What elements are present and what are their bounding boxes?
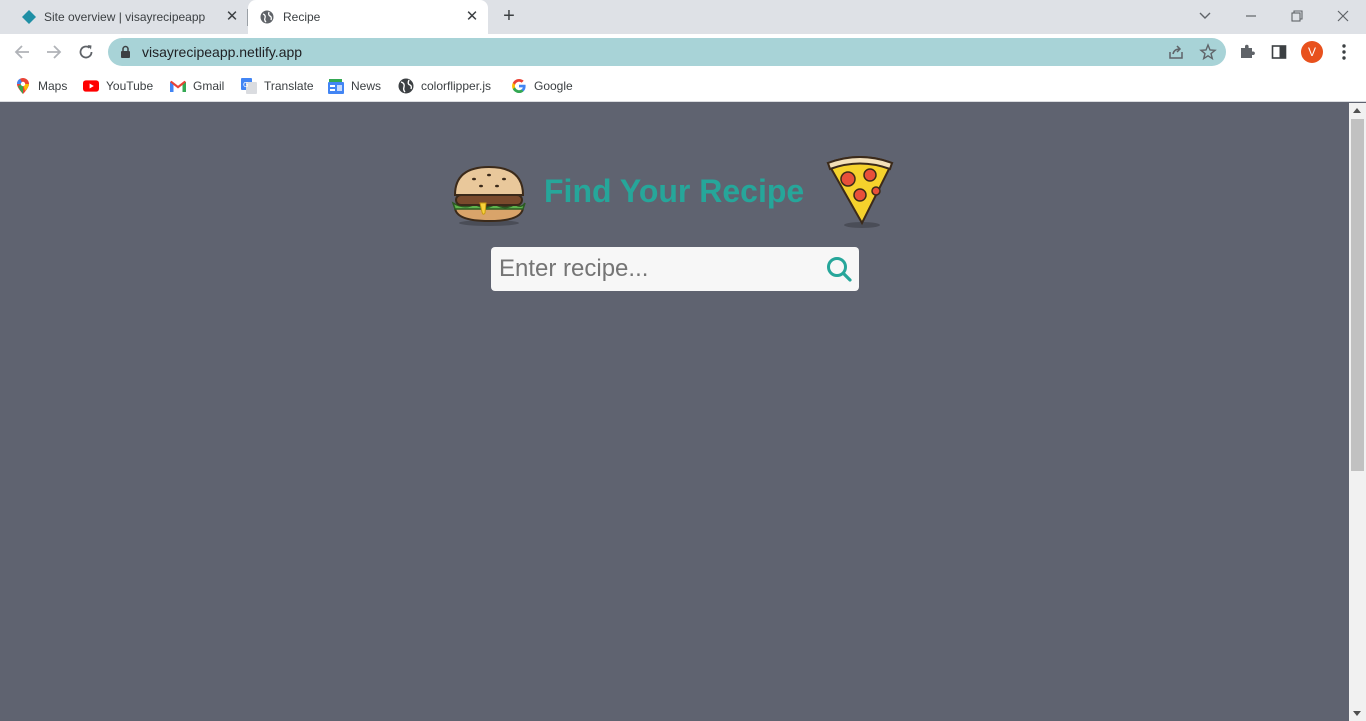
recipe-search-box bbox=[491, 247, 859, 291]
bookmark-maps[interactable]: Maps bbox=[15, 76, 67, 96]
profile-avatar[interactable]: V bbox=[1301, 41, 1323, 63]
globe-icon bbox=[398, 78, 414, 94]
browser-toolbar: V bbox=[0, 34, 1366, 70]
tab-title: Site overview | visayrecipeapp bbox=[44, 10, 206, 24]
burger-icon bbox=[450, 163, 528, 232]
close-icon[interactable]: ✕ bbox=[224, 9, 240, 25]
side-panel-icon[interactable] bbox=[1269, 42, 1289, 62]
url-input[interactable] bbox=[142, 38, 1042, 66]
minimize-icon[interactable] bbox=[1237, 4, 1265, 28]
forward-arrow-icon bbox=[47, 45, 62, 59]
youtube-icon bbox=[83, 78, 99, 94]
close-window-icon[interactable] bbox=[1329, 4, 1357, 28]
hero-header: Find Your Recipe bbox=[450, 153, 896, 233]
maps-pin-icon bbox=[15, 78, 31, 94]
share-icon[interactable] bbox=[1167, 43, 1185, 61]
page-title: Find Your Recipe bbox=[544, 173, 805, 209]
scroll-down-arrow-icon[interactable] bbox=[1353, 711, 1361, 716]
bookmark-label: Google bbox=[534, 79, 573, 93]
gmail-icon bbox=[170, 78, 186, 94]
bookmark-label: colorflipper.js bbox=[421, 79, 492, 93]
new-tab-button[interactable]: + bbox=[498, 6, 520, 28]
address-bar[interactable] bbox=[108, 38, 1226, 66]
extensions-puzzle-icon[interactable] bbox=[1237, 42, 1257, 62]
bookmark-colorflipper[interactable]: colorflipper.js bbox=[398, 76, 491, 96]
tab-strip: Site overview | visayrecipeapp ✕ Recipe … bbox=[0, 0, 1366, 34]
bookmarks-bar: Maps YouTube Gmail G Translate News colo… bbox=[0, 70, 1366, 102]
bookmark-gmail[interactable]: Gmail bbox=[170, 76, 224, 96]
netlify-diamond-icon bbox=[22, 10, 36, 27]
lock-icon[interactable] bbox=[120, 45, 131, 64]
page-content: Find Your Recipe bbox=[0, 103, 1349, 721]
recipe-search-input[interactable] bbox=[499, 247, 809, 291]
bookmark-label: News bbox=[351, 79, 382, 93]
bookmark-label: Translate bbox=[264, 79, 314, 93]
tab-site-overview[interactable]: Site overview | visayrecipeapp ✕ bbox=[8, 0, 248, 34]
translate-icon: G bbox=[241, 78, 257, 94]
bookmark-youtube[interactable]: YouTube bbox=[83, 76, 153, 96]
google-icon bbox=[511, 78, 527, 94]
menu-kebab-icon[interactable] bbox=[1334, 42, 1354, 62]
bookmark-label: YouTube bbox=[106, 79, 154, 93]
back-button[interactable] bbox=[10, 40, 34, 64]
news-icon bbox=[328, 78, 344, 94]
svg-text:G: G bbox=[243, 81, 248, 89]
bookmark-label: Gmail bbox=[193, 79, 225, 93]
search-icon[interactable] bbox=[825, 255, 853, 283]
bookmark-google[interactable]: Google bbox=[511, 76, 573, 96]
forward-button[interactable] bbox=[42, 40, 66, 64]
tab-recipe[interactable]: Recipe ✕ bbox=[248, 0, 488, 34]
back-arrow-icon bbox=[14, 45, 29, 59]
restore-icon[interactable] bbox=[1283, 4, 1311, 28]
bookmark-star-icon[interactable] bbox=[1199, 43, 1217, 61]
reload-button[interactable] bbox=[74, 40, 98, 64]
close-icon[interactable]: ✕ bbox=[464, 9, 480, 25]
reload-icon bbox=[79, 45, 93, 59]
scrollbar-thumb[interactable] bbox=[1351, 119, 1364, 471]
pizza-icon bbox=[824, 153, 896, 234]
scroll-up-arrow-icon[interactable] bbox=[1353, 108, 1361, 113]
globe-icon bbox=[260, 10, 274, 27]
tab-title: Recipe bbox=[283, 10, 321, 24]
tab-search-icon[interactable] bbox=[1191, 4, 1219, 28]
bookmark-translate[interactable]: G Translate bbox=[241, 76, 314, 96]
vertical-scrollbar[interactable] bbox=[1349, 103, 1366, 721]
bookmark-label: Maps bbox=[38, 79, 68, 93]
bookmark-news[interactable]: News bbox=[328, 76, 381, 96]
